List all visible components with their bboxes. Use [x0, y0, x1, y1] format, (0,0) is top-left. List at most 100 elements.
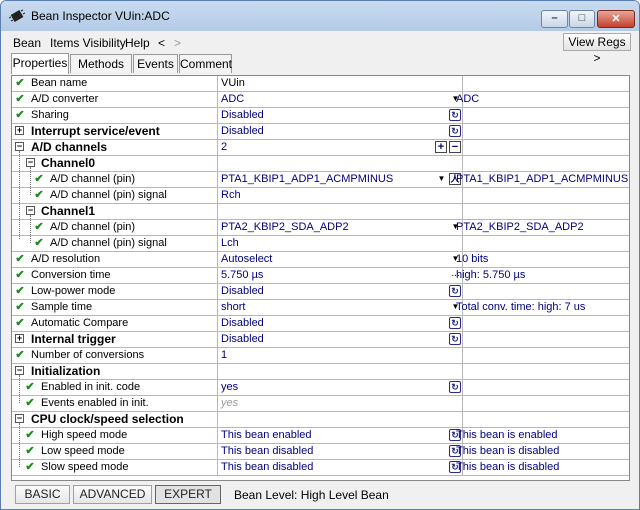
table-row[interactable]: ✔ A/D channel (pin) signal Rch [12, 188, 629, 204]
property-value[interactable]: This bean enabled [221, 428, 312, 443]
table-row[interactable]: ✔ A/D converter ADC ▼ ADC [12, 92, 629, 108]
collapse-minus-icon[interactable]: − [15, 414, 24, 423]
tab-comment[interactable]: Comment [179, 54, 232, 73]
property-value[interactable]: 2 [221, 140, 227, 155]
advanced-level-button[interactable]: ADVANCED [73, 485, 152, 504]
property-value[interactable]: Rch [221, 188, 241, 203]
table-row[interactable]: ✔ Conversion time 5.750 µs ... high: 5.7… [12, 268, 629, 284]
view-regs-button[interactable]: View Regs > [563, 33, 631, 65]
property-name: A/D channel (pin) signal [50, 189, 167, 201]
expand-plus-icon[interactable]: + [15, 334, 24, 343]
property-name: High speed mode [41, 429, 128, 441]
window-title: Bean Inspector VUin:ADC [31, 9, 170, 23]
table-row[interactable]: + Interrupt service/event Disabled ↻ [12, 124, 629, 140]
tree-connector [19, 423, 20, 467]
property-info: This bean is disabled [456, 445, 560, 457]
property-name: A/D converter [31, 93, 99, 105]
table-row[interactable]: ✔ Automatic Compare Disabled ↻ [12, 316, 629, 332]
collapse-minus-icon[interactable]: − [15, 366, 24, 375]
forward-arrow-icon[interactable]: > [174, 36, 181, 50]
table-row[interactable]: ✔ Sample time short ▼ Total conv. time: … [12, 300, 629, 316]
property-value[interactable]: Disabled [221, 124, 264, 139]
check-icon: ✔ [15, 285, 25, 297]
collapse-minus-icon[interactable]: − [15, 142, 24, 151]
table-row[interactable]: − CPU clock/speed selection [12, 412, 629, 428]
property-group-name: Interrupt service/event [31, 124, 160, 138]
maximize-icon: □ [578, 12, 586, 24]
check-icon: ✔ [25, 397, 35, 409]
table-row[interactable]: − Initialization [12, 364, 629, 380]
property-name: A/D resolution [31, 253, 101, 265]
check-icon: ✔ [25, 429, 35, 441]
property-name: Slow speed mode [41, 461, 129, 473]
table-row[interactable]: ✔ A/D resolution Autoselect ▼ 10 bits [12, 252, 629, 268]
tree-connector [19, 151, 20, 239]
collapse-minus-icon[interactable]: − [26, 158, 35, 167]
property-group-name: A/D channels [31, 140, 108, 154]
property-group-name: Channel1 [41, 204, 96, 218]
table-row[interactable]: ✔ A/D channel (pin) PTA1_KBIP1_ADP1_ACMP… [12, 172, 629, 188]
tab-properties[interactable]: Properties [11, 53, 69, 74]
check-icon: ✔ [15, 269, 25, 281]
table-row[interactable]: − Channel1 [12, 204, 629, 220]
table-row[interactable]: ✔ High speed mode This bean enabled ↻ Th… [12, 428, 629, 444]
tab-events[interactable]: Events [133, 54, 178, 73]
table-row[interactable]: ✔ Events enabled in init. yes [12, 396, 629, 412]
table-row[interactable]: ✔ Number of conversions 1 [12, 348, 629, 364]
table-row[interactable]: ✔ Enabled in init. code yes ↻ [12, 380, 629, 396]
property-value[interactable]: ADC [221, 92, 244, 107]
property-info: This bean is enabled [456, 429, 558, 441]
property-value[interactable]: Disabled [221, 284, 264, 299]
check-icon: ✔ [15, 349, 25, 361]
close-icon: ✕ [611, 13, 621, 25]
property-value[interactable]: Disabled [221, 316, 264, 331]
basic-level-button[interactable]: BASIC [15, 485, 70, 504]
property-name: Low-power mode [31, 285, 116, 297]
table-row[interactable]: ✔ A/D channel (pin) PTA2_KBIP2_SDA_ADP2 … [12, 220, 629, 236]
property-value[interactable]: 5.750 µs [221, 268, 263, 283]
property-grid: ✔ Bean name VUin ✔ A/D converter ADC ▼ A… [11, 75, 630, 481]
property-value[interactable]: PTA2_KBIP2_SDA_ADP2 [221, 220, 349, 235]
table-row[interactable]: ✔ Low speed mode This bean disabled ↻ Th… [12, 444, 629, 460]
table-row[interactable]: ✔ Bean name VUin [12, 76, 629, 92]
property-value[interactable]: yes [221, 380, 238, 395]
title-bar[interactable]: Bean Inspector VUin:ADC – □ ✕ [1, 1, 639, 31]
table-row[interactable]: ✔ A/D channel (pin) signal Lch [12, 236, 629, 252]
table-row[interactable]: + Internal trigger Disabled ↻ [12, 332, 629, 348]
collapse-minus-icon[interactable]: − [26, 206, 35, 215]
property-name: Sample time [31, 301, 93, 313]
property-value[interactable]: 1 [221, 348, 227, 363]
property-value[interactable]: Lch [221, 236, 239, 251]
menu-bean[interactable]: Bean [13, 36, 41, 50]
property-name: A/D channel (pin) [50, 221, 135, 233]
property-value[interactable]: Disabled [221, 108, 264, 123]
property-value[interactable]: This bean disabled [221, 460, 313, 475]
check-icon: ✔ [25, 461, 35, 473]
expert-level-button[interactable]: EXPERT [155, 485, 221, 504]
property-value[interactable]: PTA1_KBIP1_ADP1_ACMPMINUS [221, 172, 393, 187]
property-value[interactable]: This bean disabled [221, 444, 313, 459]
property-name: Low speed mode [41, 445, 125, 457]
property-info: ADC [456, 93, 480, 105]
maximize-button[interactable]: □ [569, 10, 595, 28]
add-channel-icon[interactable]: + [435, 141, 447, 153]
menu-help[interactable]: Help [125, 36, 150, 50]
back-arrow-icon[interactable]: < [158, 36, 165, 50]
property-value[interactable]: Autoselect [221, 252, 272, 267]
table-row[interactable]: − A/D channels 2 + − [12, 140, 629, 156]
tab-methods[interactable]: Methods [70, 54, 132, 73]
table-row[interactable]: ✔ Low-power mode Disabled ↻ [12, 284, 629, 300]
property-name: Conversion time [31, 269, 111, 281]
table-row[interactable]: − Channel0 [12, 156, 629, 172]
bean-name-input[interactable]: VUin [221, 76, 245, 91]
table-row[interactable]: ✔ Slow speed mode This bean disabled ↻ T… [12, 460, 629, 476]
menu-items-visibility[interactable]: Items Visibility [50, 36, 126, 50]
dropdown-arrow-icon[interactable]: ▼ [436, 173, 447, 185]
close-button[interactable]: ✕ [597, 10, 635, 28]
table-row[interactable]: ✔ Sharing Disabled ↻ [12, 108, 629, 124]
check-icon: ✔ [15, 301, 25, 313]
expand-plus-icon[interactable]: + [15, 126, 24, 135]
property-value[interactable]: Disabled [221, 332, 264, 347]
minimize-button[interactable]: – [541, 10, 568, 28]
property-value[interactable]: short [221, 300, 245, 315]
